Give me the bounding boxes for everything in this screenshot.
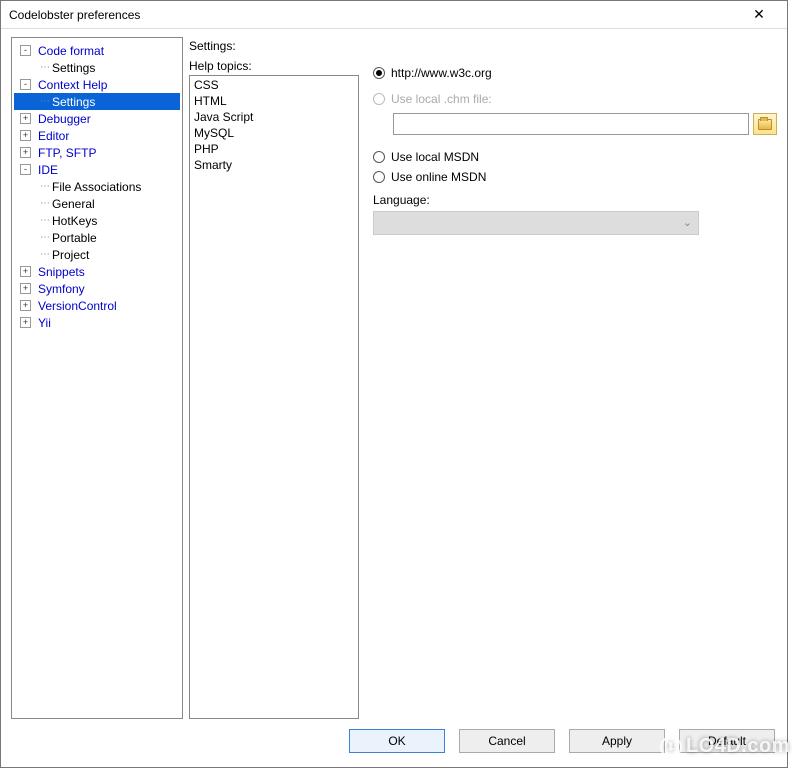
tree-connector-icon: ⋯ <box>38 62 52 73</box>
chm-file-input[interactable] <box>393 113 749 135</box>
radio-msdn-online-label: Use online MSDN <box>391 170 486 184</box>
tree-connector-icon: ⋯ <box>38 215 52 226</box>
tree-node[interactable]: ⋯Portable <box>14 229 180 246</box>
radio-chm-row: Use local .chm file: <box>373 89 777 109</box>
tree-node-label: IDE <box>38 163 58 177</box>
collapse-icon[interactable]: - <box>20 164 31 175</box>
tree-connector-icon: ⋯ <box>38 198 52 209</box>
help-topic-item[interactable]: Smarty <box>194 158 354 174</box>
radio-icon <box>373 151 385 163</box>
apply-button[interactable]: Apply <box>569 729 665 753</box>
tree-node-label: Code format <box>38 44 104 58</box>
tree-node[interactable]: -IDE <box>14 161 180 178</box>
tree-node[interactable]: + Debugger <box>14 110 180 127</box>
tree-connector-icon: ⋯ <box>38 232 52 243</box>
tree-node[interactable]: + Symfony <box>14 280 180 297</box>
tree-connector-icon: ⋯ <box>38 181 52 192</box>
tree-node[interactable]: ⋯General <box>14 195 180 212</box>
tree-node-label: Project <box>52 248 89 262</box>
expand-icon[interactable]: + <box>20 147 31 158</box>
tree-node[interactable]: ⋯Settings <box>14 93 180 110</box>
tree-node-label: Settings <box>52 61 95 75</box>
watermark-text: LO4D.com <box>686 735 790 758</box>
help-topic-item[interactable]: PHP <box>194 142 354 158</box>
folder-icon <box>758 119 772 130</box>
tree-node[interactable]: + Snippets <box>14 263 180 280</box>
radio-w3c-label: http://www.w3c.org <box>391 66 492 80</box>
settings-row: Help topics: CSSHTMLJava ScriptMySQLPHPS… <box>189 59 777 719</box>
tree-node-label: Snippets <box>38 265 85 279</box>
radio-msdn-local-label: Use local MSDN <box>391 150 479 164</box>
radio-w3c-row[interactable]: http://www.w3c.org <box>373 63 777 83</box>
tree-node-label: Context Help <box>38 78 107 92</box>
language-select[interactable]: ⌄ <box>373 211 699 235</box>
cancel-button[interactable]: Cancel <box>459 729 555 753</box>
tree-node[interactable]: + Yii <box>14 314 180 331</box>
tree-node[interactable]: ⋯Project <box>14 246 180 263</box>
help-topics-label: Help topics: <box>189 59 359 73</box>
tree-node-label: VersionControl <box>38 299 117 313</box>
tree-node-label: FTP, SFTP <box>38 146 96 160</box>
tree-node-label: Debugger <box>38 112 91 126</box>
tree-node[interactable]: -Code format <box>14 42 180 59</box>
tree-node-label: General <box>52 197 95 211</box>
expand-icon[interactable]: + <box>20 300 31 311</box>
watermark-icon: ⬇ <box>660 736 682 758</box>
chevron-down-icon: ⌄ <box>683 216 692 229</box>
tree-node[interactable]: ⋯File Associations <box>14 178 180 195</box>
tree-node[interactable]: + Editor <box>14 127 180 144</box>
tree-node[interactable]: + VersionControl <box>14 297 180 314</box>
help-topic-item[interactable]: MySQL <box>194 126 354 142</box>
watermark: ⬇ LO4D.com <box>660 735 790 758</box>
radio-msdn-online-row[interactable]: Use online MSDN <box>373 167 777 187</box>
preferences-window: Codelobster preferences ✕ -Code format⋯S… <box>0 0 788 768</box>
expand-icon[interactable]: + <box>20 266 31 277</box>
tree-node-label: Portable <box>52 231 97 245</box>
help-topic-item[interactable]: HTML <box>194 94 354 110</box>
close-icon[interactable]: ✕ <box>739 6 779 23</box>
tree-node-label: Symfony <box>38 282 85 296</box>
language-label: Language: <box>373 193 777 207</box>
expand-icon[interactable]: + <box>20 113 31 124</box>
window-body: -Code format⋯Settings-Context Help⋯Setti… <box>1 29 787 719</box>
collapse-icon[interactable]: - <box>20 45 31 56</box>
tree-node-label: Editor <box>38 129 69 143</box>
collapse-icon[interactable]: - <box>20 79 31 90</box>
tree-node[interactable]: -Context Help <box>14 76 180 93</box>
radio-msdn-local-row[interactable]: Use local MSDN <box>373 147 777 167</box>
expand-icon[interactable]: + <box>20 317 31 328</box>
help-column: Help topics: CSSHTMLJava ScriptMySQLPHPS… <box>189 59 359 719</box>
radio-icon <box>373 171 385 183</box>
window-title: Codelobster preferences <box>9 8 739 22</box>
tree-connector-icon: ⋯ <box>38 249 52 260</box>
tree-node-label: HotKeys <box>52 214 97 228</box>
help-topic-item[interactable]: CSS <box>194 78 354 94</box>
tree-node-label: File Associations <box>52 180 141 194</box>
chm-file-row <box>393 113 777 135</box>
tree-node[interactable]: + FTP, SFTP <box>14 144 180 161</box>
tree-node[interactable]: ⋯Settings <box>14 59 180 76</box>
settings-title: Settings: <box>189 39 777 53</box>
titlebar: Codelobster preferences ✕ <box>1 1 787 29</box>
expand-icon[interactable]: + <box>20 283 31 294</box>
help-topic-item[interactable]: Java Script <box>194 110 354 126</box>
help-topics-list[interactable]: CSSHTMLJava ScriptMySQLPHPSmarty <box>189 75 359 719</box>
tree-node[interactable]: ⋯HotKeys <box>14 212 180 229</box>
tree-node-label: Yii <box>38 316 51 330</box>
radio-icon <box>373 67 385 79</box>
options-column: http://www.w3c.org Use local .chm file: <box>373 59 777 719</box>
tree-node-label: Settings <box>52 95 95 109</box>
browse-button[interactable] <box>753 113 777 135</box>
settings-pane: Settings: Help topics: CSSHTMLJava Scrip… <box>189 37 777 719</box>
radio-icon <box>373 93 385 105</box>
expand-icon[interactable]: + <box>20 130 31 141</box>
ok-button[interactable]: OK <box>349 729 445 753</box>
tree-connector-icon: ⋯ <box>38 96 52 107</box>
radio-chm-label: Use local .chm file: <box>391 92 492 106</box>
nav-tree[interactable]: -Code format⋯Settings-Context Help⋯Setti… <box>11 37 183 719</box>
